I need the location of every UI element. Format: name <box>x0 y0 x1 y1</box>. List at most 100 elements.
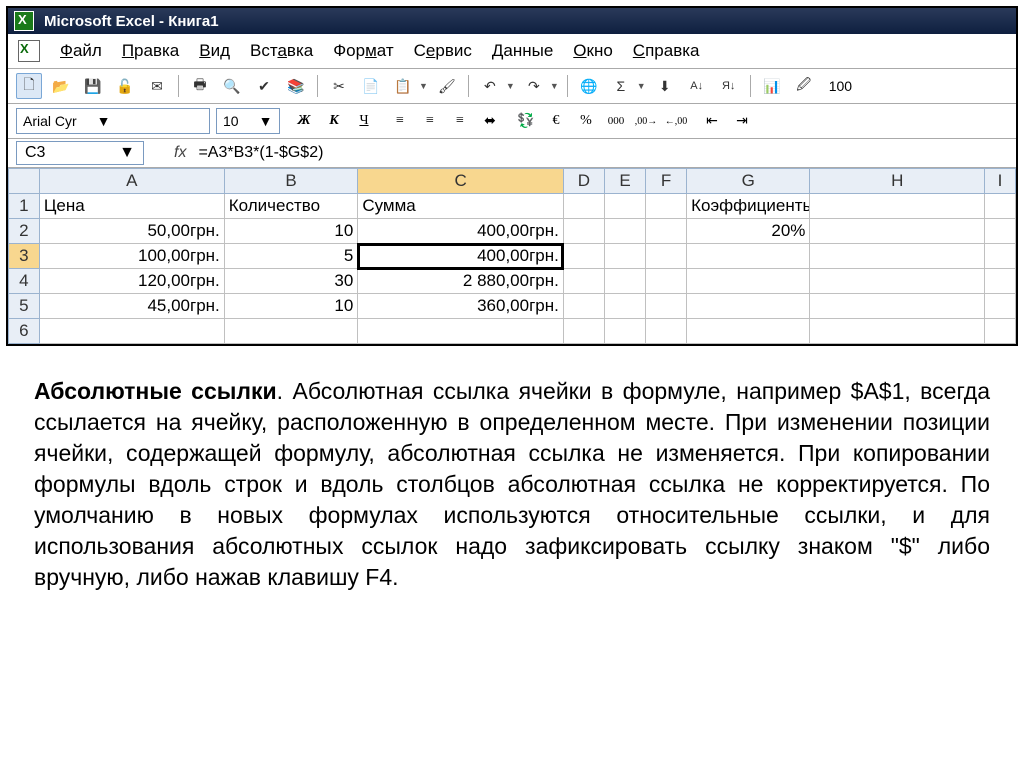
cell-H4[interactable] <box>810 269 985 294</box>
align-left-icon[interactable]: ≡ <box>388 110 412 132</box>
cell-H5[interactable] <box>810 294 985 319</box>
font-size-combo[interactable]: 10 ▼ <box>216 108 280 134</box>
col-header-E[interactable]: E <box>604 169 645 194</box>
col-header-A[interactable]: A <box>39 169 224 194</box>
menu-format[interactable]: Формат <box>333 41 393 61</box>
cell-B5[interactable]: 10 <box>224 294 358 319</box>
select-all-corner[interactable] <box>9 169 40 194</box>
font-dropdown-icon[interactable]: ▼ <box>97 113 111 129</box>
cell-D5[interactable] <box>563 294 604 319</box>
menu-view[interactable]: Вид <box>199 41 230 61</box>
thousands-icon[interactable]: 000 <box>604 110 628 132</box>
bold-button[interactable]: Ж <box>292 110 316 132</box>
cell-E5[interactable] <box>604 294 645 319</box>
fx-icon[interactable]: fx <box>174 144 186 162</box>
cell-A3[interactable]: 100,00грн. <box>39 244 224 269</box>
row-header-4[interactable]: 4 <box>9 269 40 294</box>
mail-icon[interactable]: ✉ <box>144 73 170 99</box>
cell-H1[interactable] <box>810 194 985 219</box>
font-name-combo[interactable]: Arial Cyr ▼ <box>16 108 210 134</box>
spellcheck-icon[interactable]: ✔ <box>251 73 277 99</box>
cell-F3[interactable] <box>646 244 687 269</box>
cell-D2[interactable] <box>563 219 604 244</box>
cell-C5[interactable]: 360,00грн. <box>358 294 564 319</box>
cell-E6[interactable] <box>604 319 645 344</box>
autosum-dropdown-icon[interactable]: ▼ <box>637 81 646 91</box>
new-file-icon[interactable]: 🗋 <box>16 73 42 99</box>
underline-button[interactable]: Ч <box>352 110 376 132</box>
cell-A5[interactable]: 45,00грн. <box>39 294 224 319</box>
cell-B2[interactable]: 10 <box>224 219 358 244</box>
row-header-1[interactable]: 1 <box>9 194 40 219</box>
cut-icon[interactable]: ✂ <box>326 73 352 99</box>
save-icon[interactable]: 💾 <box>80 73 106 99</box>
cell-F2[interactable] <box>646 219 687 244</box>
cell-E1[interactable] <box>604 194 645 219</box>
cell-C1[interactable]: Сумма <box>358 194 564 219</box>
cell-D1[interactable] <box>563 194 604 219</box>
cell-C4[interactable]: 2 880,00грн. <box>358 269 564 294</box>
spreadsheet-grid[interactable]: A B C D E F G H I 1 Цена Количество Сумм… <box>8 168 1016 344</box>
permission-icon[interactable]: 🔓 <box>112 73 138 99</box>
menu-edit[interactable]: Правка <box>122 41 179 61</box>
cell-D6[interactable] <box>563 319 604 344</box>
col-header-B[interactable]: B <box>224 169 358 194</box>
cell-E3[interactable] <box>604 244 645 269</box>
copy-icon[interactable]: 📄 <box>358 73 384 99</box>
menu-data[interactable]: Данные <box>492 41 553 61</box>
cell-C3-active[interactable]: 400,00грн. <box>358 244 564 269</box>
menu-window[interactable]: Окно <box>573 41 613 61</box>
undo-dropdown-icon[interactable]: ▼ <box>506 81 515 91</box>
function-icon[interactable]: ⬇ <box>652 73 678 99</box>
redo-icon[interactable]: ↷ <box>521 73 547 99</box>
cell-I5[interactable] <box>985 294 1016 319</box>
cell-B6[interactable] <box>224 319 358 344</box>
cell-G2[interactable]: 20% <box>687 219 810 244</box>
cell-H2[interactable] <box>810 219 985 244</box>
col-header-C[interactable]: C <box>358 169 564 194</box>
name-box[interactable]: C3 ▼ <box>16 141 144 165</box>
redo-dropdown-icon[interactable]: ▼ <box>550 81 559 91</box>
cell-G3[interactable] <box>687 244 810 269</box>
merge-center-icon[interactable]: ⬌ <box>478 110 502 132</box>
sort-desc-icon[interactable]: Я↓ <box>716 73 742 99</box>
cell-A2[interactable]: 50,00грн. <box>39 219 224 244</box>
col-header-H[interactable]: H <box>810 169 985 194</box>
print-icon[interactable]: 🖶 <box>187 73 213 99</box>
cell-F1[interactable] <box>646 194 687 219</box>
col-header-G[interactable]: G <box>687 169 810 194</box>
cell-G1[interactable]: Коэффициенты дисконта <box>687 194 810 219</box>
cell-E2[interactable] <box>604 219 645 244</box>
row-header-3[interactable]: 3 <box>9 244 40 269</box>
cell-B1[interactable]: Количество <box>224 194 358 219</box>
cell-A6[interactable] <box>39 319 224 344</box>
cell-G4[interactable] <box>687 269 810 294</box>
research-icon[interactable]: 📚 <box>283 73 309 99</box>
row-header-6[interactable]: 6 <box>9 319 40 344</box>
cell-B4[interactable]: 30 <box>224 269 358 294</box>
cell-G5[interactable] <box>687 294 810 319</box>
cell-F4[interactable] <box>646 269 687 294</box>
col-header-F[interactable]: F <box>646 169 687 194</box>
increase-indent-icon[interactable]: ⇥ <box>730 110 754 132</box>
row-header-5[interactable]: 5 <box>9 294 40 319</box>
cell-F6[interactable] <box>646 319 687 344</box>
cell-I6[interactable] <box>985 319 1016 344</box>
percent-icon[interactable]: % <box>574 110 598 132</box>
menu-tools[interactable]: Сервис <box>414 41 472 61</box>
align-center-icon[interactable]: ≡ <box>418 110 442 132</box>
cell-A4[interactable]: 120,00грн. <box>39 269 224 294</box>
drawing-icon[interactable]: 🖉 <box>791 73 817 99</box>
chart-icon[interactable]: 📊 <box>759 73 785 99</box>
paste-dropdown-icon[interactable]: ▼ <box>419 81 428 91</box>
cell-I1[interactable] <box>985 194 1016 219</box>
menu-file[interactable]: Файл <box>60 41 102 61</box>
menu-help[interactable]: Справка <box>633 41 700 61</box>
cell-C2[interactable]: 400,00грн. <box>358 219 564 244</box>
formula-input[interactable]: =A3*B3*(1-$G$2) <box>194 142 1008 164</box>
cell-I2[interactable] <box>985 219 1016 244</box>
cell-H6[interactable] <box>810 319 985 344</box>
zoom-value[interactable]: 100 <box>829 78 852 94</box>
currency-icon[interactable]: 💱 <box>514 110 538 132</box>
cell-D3[interactable] <box>563 244 604 269</box>
